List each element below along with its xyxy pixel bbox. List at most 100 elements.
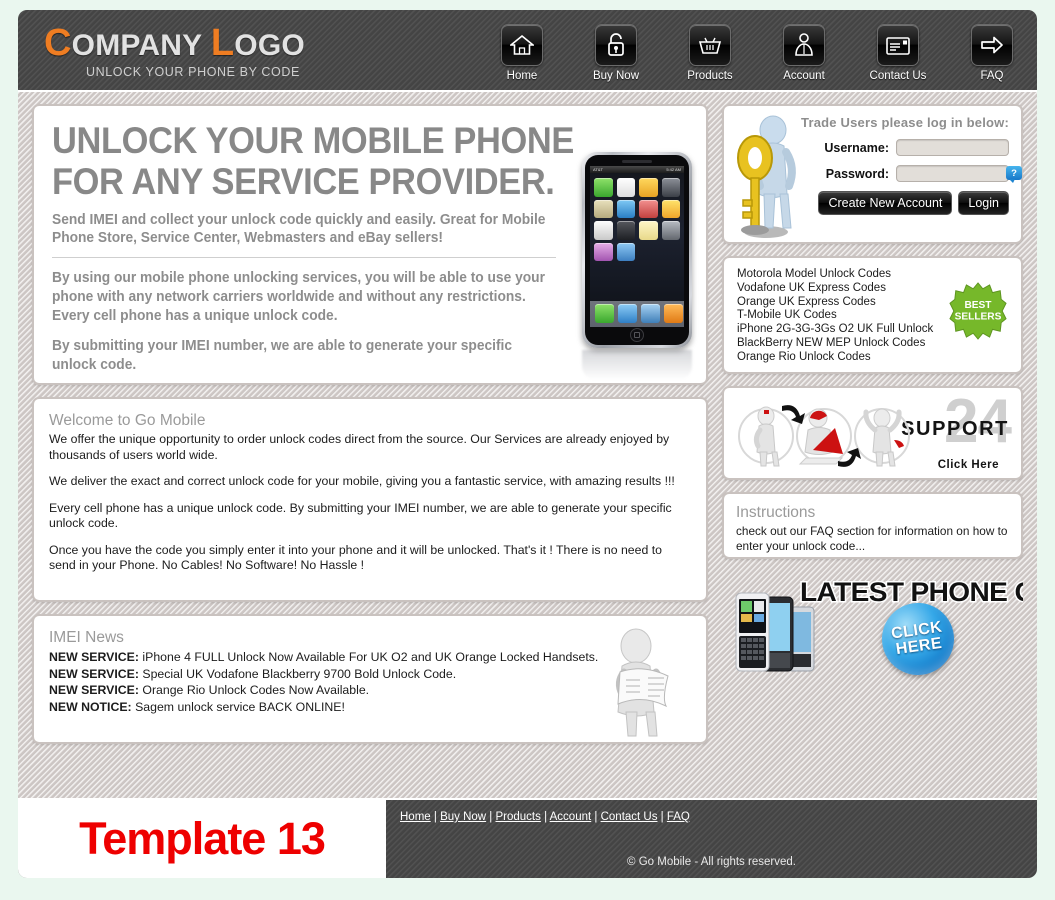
footer-link-faq[interactable]: FAQ <box>667 811 690 823</box>
contact-card-icon <box>877 24 919 66</box>
footer-separator: | <box>430 811 441 823</box>
iphone-carrier: AT&T <box>593 167 603 172</box>
page-title: UNLOCK YOUR MOBILE PHONE FOR ANY SERVICE… <box>52 120 574 202</box>
logo-initial-l: L <box>210 22 235 64</box>
latest-phone-codes-banner[interactable]: LATEST PHONE CODES CLICK HERE <box>722 571 1023 683</box>
news-tag: NEW SERVICE: <box>49 683 139 697</box>
hero-panel: UNLOCK YOUR MOBILE PHONE FOR ANY SERVICE… <box>32 104 708 385</box>
create-new-account-button[interactable]: Create New Account <box>818 191 953 215</box>
footer-separator: | <box>591 811 601 823</box>
iphone-illustration: AT&T 5:42 AM <box>582 152 692 348</box>
iphone-speaker <box>622 160 652 163</box>
news-item: NEW SERVICE: iPhone 4 FULL Unlock Now Av… <box>49 649 691 666</box>
home-icon <box>501 24 543 66</box>
badge-line-1: BEST <box>964 300 992 311</box>
welcome-paragraph-3: Every cell phone has a unique unlock cod… <box>49 500 672 531</box>
news-text: iPhone 4 FULL Unlock Now Available For U… <box>138 650 599 664</box>
nav-item-buy-now[interactable]: Buy Now <box>585 24 647 82</box>
iphone-screen: AT&T 5:42 AM <box>590 166 684 327</box>
welcome-paragraph-4: Once you have the code you simply enter … <box>49 542 663 573</box>
page-body: UNLOCK YOUR MOBILE PHONE FOR ANY SERVICE… <box>18 92 1037 798</box>
main-column: UNLOCK YOUR MOBILE PHONE FOR ANY SERVICE… <box>32 104 708 798</box>
click-here-sticker[interactable]: CLICK HERE <box>877 598 959 680</box>
hero-paragraph-1: By using our mobile phone unlocking serv… <box>52 270 545 324</box>
nav-item-contact-us[interactable]: Contact Us <box>867 24 929 82</box>
best-sellers-badge-icon: BEST SELLERS <box>949 282 1007 340</box>
username-row: Username: <box>724 139 1009 156</box>
username-label: Username: <box>824 140 889 155</box>
site-logo[interactable]: COMPANY LOGO UNLOCK YOUR PHONE BY CODE <box>44 24 324 79</box>
password-input[interactable] <box>896 165 1009 182</box>
logo-logo-rest: OGO <box>234 29 305 62</box>
iphone-dock <box>590 301 684 327</box>
news-heading: IMEI News <box>49 629 124 646</box>
footer-link-contact-us[interactable]: Contact Us <box>601 811 658 823</box>
news-text: Special UK Vodafone Blackberry 9700 Bold… <box>138 666 457 681</box>
nav-label-faq: FAQ <box>980 70 1004 82</box>
seller-item[interactable]: Orange Rio Unlock Codes <box>737 351 1021 365</box>
footer-link-account[interactable]: Account <box>550 811 592 823</box>
template-badge: Template 13 <box>18 800 386 878</box>
support-figures-icon <box>738 405 910 467</box>
support-click-here[interactable]: Click Here <box>938 459 999 471</box>
best-sellers-panel: Motorola Model Unlock Codes Vodafone UK … <box>722 256 1023 374</box>
nav-label-account: Account <box>783 70 825 82</box>
instructions-heading: Instructions <box>736 504 816 521</box>
footer-link-products[interactable]: Products <box>496 811 541 823</box>
template-label: Template 13 <box>79 813 326 864</box>
iphone-home-button <box>630 328 644 342</box>
nav-item-home[interactable]: Home <box>491 24 553 82</box>
nav-item-faq[interactable]: FAQ <box>961 24 1023 82</box>
newspaper-reader-figure-icon <box>615 628 669 737</box>
basket-icon <box>689 24 731 66</box>
news-item: NEW NOTICE: Sagem unlock service BACK ON… <box>49 699 691 716</box>
footer-separator: | <box>486 811 496 823</box>
person-icon <box>783 24 825 66</box>
nav-label-home: Home <box>506 70 538 82</box>
logo-company-rest: OMPANY <box>71 29 203 62</box>
nav-label-buy-now: Buy Now <box>592 70 640 82</box>
support-panel[interactable]: 24 SUPPORT Click Here <box>722 386 1023 480</box>
login-button[interactable]: Login <box>958 191 1009 215</box>
footer-copyright: © Go Mobile - All rights reserved. <box>627 856 796 868</box>
password-row: Password: ? <box>724 165 1022 183</box>
news-item: NEW SERVICE: Special UK Vodafone Blackbe… <box>49 666 691 683</box>
news-text: Orange Rio Unlock Codes Now Available. <box>138 683 370 697</box>
site-header: COMPANY LOGO UNLOCK YOUR PHONE BY CODE H… <box>18 10 1037 92</box>
username-input[interactable] <box>896 139 1009 156</box>
iphone-reflection <box>582 350 692 380</box>
iphone-app-grid <box>590 173 684 261</box>
hero-divider <box>52 257 556 258</box>
welcome-panel: Welcome to Go Mobile We offer the unique… <box>32 397 708 602</box>
footer-separator: | <box>540 811 550 823</box>
seller-item[interactable]: Motorola Model Unlock Codes <box>737 268 1021 282</box>
footer-link-home[interactable]: Home <box>400 811 431 823</box>
instructions-panel: Instructions check out our FAQ section f… <box>722 492 1023 559</box>
news-text: Sagem unlock service BACK ONLINE! <box>131 699 345 714</box>
sidebar-column: Trade Users please log in below: Usernam… <box>722 104 1023 798</box>
news-item: NEW SERVICE: Orange Rio Unlock Codes Now… <box>49 682 691 699</box>
badge-line-2: SELLERS <box>955 312 1002 323</box>
logo-initial-c: C <box>44 22 72 64</box>
welcome-paragraph-1: We offer the unique opportunity to order… <box>49 432 670 462</box>
nav-label-products: Products <box>687 70 733 82</box>
padlock-icon <box>595 24 637 66</box>
click-here-line-2: HERE <box>894 634 944 659</box>
nav-label-contact-us: Contact Us <box>869 70 927 82</box>
nav-item-products[interactable]: Products <box>679 24 741 82</box>
site-footer: Template 13 Home | Buy Now | Products | … <box>18 798 1037 878</box>
welcome-heading: Welcome to Go Mobile <box>49 412 206 429</box>
instructions-text: check out our FAQ section for informatio… <box>736 524 1008 553</box>
news-tag: NEW NOTICE: <box>49 699 132 714</box>
password-label: Password: <box>825 166 889 181</box>
footer-separator: | <box>657 811 667 823</box>
news-tag: NEW SERVICE: <box>49 666 139 681</box>
help-icon[interactable]: ? <box>1006 166 1022 183</box>
login-panel: Trade Users please log in below: Usernam… <box>722 104 1023 244</box>
hero-lead-text: Send IMEI and collect your unlock code q… <box>52 212 546 246</box>
nav-item-account[interactable]: Account <box>773 24 835 82</box>
footer-link-buy-now[interactable]: Buy Now <box>440 811 486 823</box>
hero-paragraph-2: By submitting your IMEI number, we are a… <box>52 338 513 373</box>
news-panel: IMEI News NEW SERVICE: iPhone 4 FULL Unl… <box>32 614 708 744</box>
main-navigation: Home Buy Now Products Account Contact Us… <box>491 24 1023 82</box>
